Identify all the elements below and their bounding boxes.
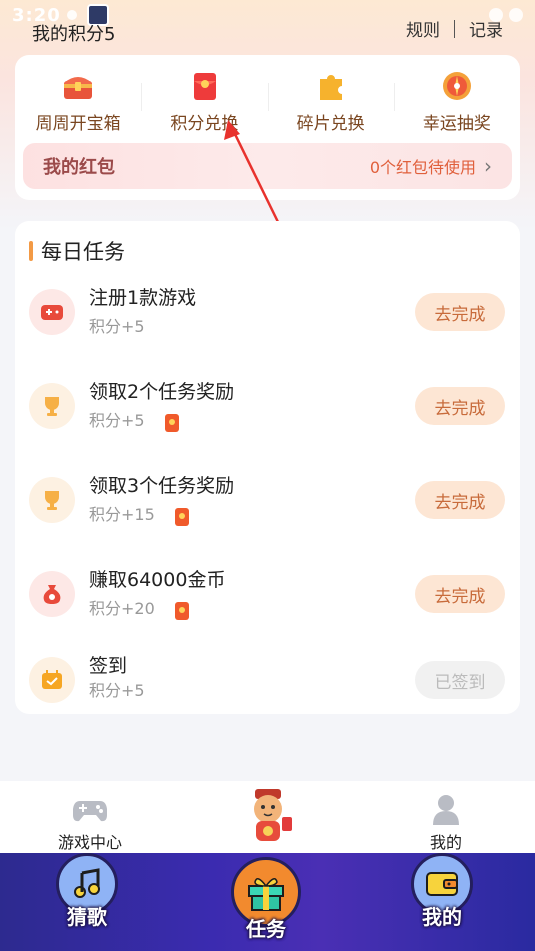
nav-mine[interactable]: 我的 [406,781,486,853]
exchange-card: 周周开宝箱 积分兑换 碎片兑换 幸运抽奖 我的红包 0个红包待使用 › [15,55,520,200]
tab-label: 任务 [246,917,286,941]
task-reward-text: 积分+15 [89,505,155,524]
tab-tasks[interactable]: 任务 [230,853,302,942]
nav-label: 我的 [429,833,462,852]
exchange-label: 幸运抽奖 [422,113,491,134]
task-row: 赚取64000金币 积分+20 去完成 [15,557,520,627]
tab-label: 我的 [422,905,462,929]
nav-game-center[interactable]: 游戏中心 [50,781,130,853]
task-reward-text: 积分+5 [89,411,145,430]
task-name: 领取2个任务奖励 [89,381,235,403]
task-action-button[interactable]: 去完成 [415,575,505,613]
puzzle-piece-icon [319,74,342,100]
task-row: 签到 积分+5 已签到 [15,643,520,713]
task-reward-text: 积分+20 [89,599,155,618]
main-tab-bar: 猜歌 任务 我的 [0,853,535,951]
tab-mine[interactable]: 我的 [410,853,474,930]
task-done-button[interactable]: 已签到 [415,661,505,699]
exchange-item-fragments[interactable]: 碎片兑换 [267,63,394,134]
calendar-check-icon [29,657,75,703]
red-envelope-icon [194,72,217,100]
task-action-button[interactable]: 去完成 [415,481,505,519]
tasks-header: 每日任务 [15,221,520,267]
task-reward: 积分+5 [89,677,145,701]
task-row: 领取2个任务奖励 积分+5 去完成 [15,369,520,439]
task-name: 注册1款游戏 [89,287,197,309]
mascot-icon [254,789,292,841]
red-envelope-icon [164,414,179,432]
task-reward: 积分+5 [89,313,145,337]
exchange-label: 周周开宝箱 [35,113,121,134]
battery-icon [509,8,523,22]
my-points: 我的积分5 [32,24,116,45]
task-reward: 积分+15 [89,501,189,526]
rules-link[interactable]: 规则 [406,16,440,41]
task-action-button[interactable]: 去完成 [415,387,505,425]
nav-label: 游戏中心 [57,833,122,852]
money-bag-icon [29,571,75,617]
exchange-label: 积分兑换 [170,113,239,134]
red-envelope-icon [174,508,189,526]
my-redpack-bar[interactable]: 我的红包 0个红包待使用 › [23,143,512,189]
task-row: 注册1款游戏 积分+5 去完成 [15,275,520,345]
redpack-title: 我的红包 [43,157,115,178]
trophy-icon [29,383,75,429]
task-name: 赚取64000金币 [89,569,226,591]
tasks-title: 每日任务 [41,240,125,264]
user-icon [433,795,459,825]
red-envelope-icon [174,602,189,620]
gamepad-icon [73,801,107,822]
task-reward-text: 积分+5 [89,317,145,336]
section-accent-bar [29,241,33,261]
task-name: 领取3个任务奖励 [89,475,235,497]
trophy-icon [29,477,75,523]
nav-mascot[interactable] [232,781,304,853]
task-name: 签到 [89,655,128,677]
exchange-label: 碎片兑换 [296,113,365,134]
header-links: 规则 记录 [406,16,503,41]
divider [454,19,455,38]
task-row: 领取3个任务奖励 积分+15 去完成 [15,463,520,533]
exchange-item-treasure[interactable]: 周周开宝箱 [15,63,141,134]
redpack-status-text: 0个红包待使用 [369,158,476,177]
daily-tasks-card: 每日任务 注册1款游戏 积分+5 去完成 领取2个任务奖励 积分+5 去完成 领… [15,221,520,714]
records-link[interactable]: 记录 [469,16,503,41]
lucky-wheel-icon [442,71,471,100]
chevron-right-icon: › [484,154,492,178]
tab-label: 猜歌 [67,905,107,929]
notification-icon [66,10,77,20]
bottom-nav: 游戏中心 我的 [0,781,535,853]
task-reward-text: 积分+5 [89,681,145,700]
treasure-chest-icon [64,76,93,99]
tab-guess-song[interactable]: 猜歌 [55,853,119,930]
exchange-item-points[interactable]: 积分兑换 [141,63,267,134]
exchange-item-lottery[interactable]: 幸运抽奖 [393,63,520,134]
redpack-status: 0个红包待使用 › [370,154,492,178]
task-reward: 积分+5 [89,407,179,432]
gamepad-icon [29,289,75,335]
task-action-button[interactable]: 去完成 [415,293,505,331]
task-reward: 积分+20 [89,595,189,620]
